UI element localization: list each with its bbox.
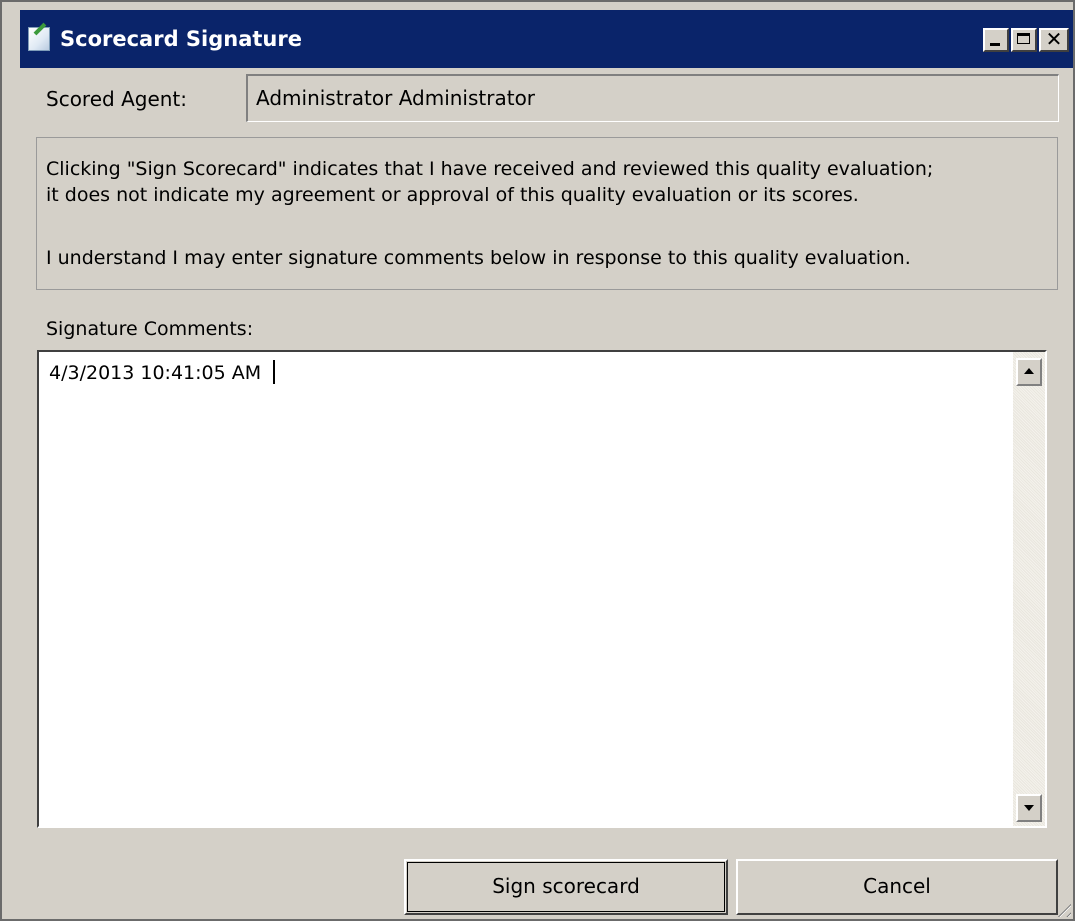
notice-line-1a: Clicking "Sign Scorecard" indicates that… (46, 158, 934, 180)
signature-comments-label: Signature Comments: (46, 318, 254, 340)
notice-paragraph-1: Clicking "Sign Scorecard" indicates that… (46, 156, 933, 208)
scored-agent-label: Scored Agent: (46, 87, 188, 111)
maximize-button[interactable] (1011, 28, 1037, 52)
signature-comments-content: 4/3/2013 10:41:05 AM (49, 360, 276, 386)
signature-comments-textarea[interactable]: 4/3/2013 10:41:05 AM (37, 350, 1047, 828)
scorecard-signature-dialog: Scorecard Signature ✕ Scored Agent: Admi… (0, 0, 1075, 921)
text-caret (273, 360, 276, 384)
scorecard-edit-icon (28, 27, 50, 51)
title-bar[interactable]: Scorecard Signature ✕ (20, 10, 1073, 68)
cancel-button[interactable]: Cancel (736, 859, 1058, 915)
acknowledgement-notice: Clicking "Sign Scorecard" indicates that… (36, 137, 1058, 290)
close-icon: ✕ (1045, 27, 1063, 51)
close-button[interactable]: ✕ (1039, 27, 1069, 52)
scored-agent-field: Administrator Administrator (246, 74, 1059, 122)
vertical-scrollbar[interactable] (1013, 352, 1045, 826)
notice-line-1b: it does not indicate my agreement or app… (46, 184, 859, 206)
scroll-down-icon[interactable] (1016, 794, 1042, 822)
minimize-button[interactable] (983, 28, 1009, 52)
window-title: Scorecard Signature (60, 27, 302, 51)
scroll-up-icon[interactable] (1016, 358, 1042, 386)
signature-comments-value: 4/3/2013 10:41:05 AM (49, 362, 262, 384)
sign-scorecard-button[interactable]: Sign scorecard (404, 859, 728, 915)
notice-paragraph-2: I understand I may enter signature comme… (46, 247, 911, 269)
